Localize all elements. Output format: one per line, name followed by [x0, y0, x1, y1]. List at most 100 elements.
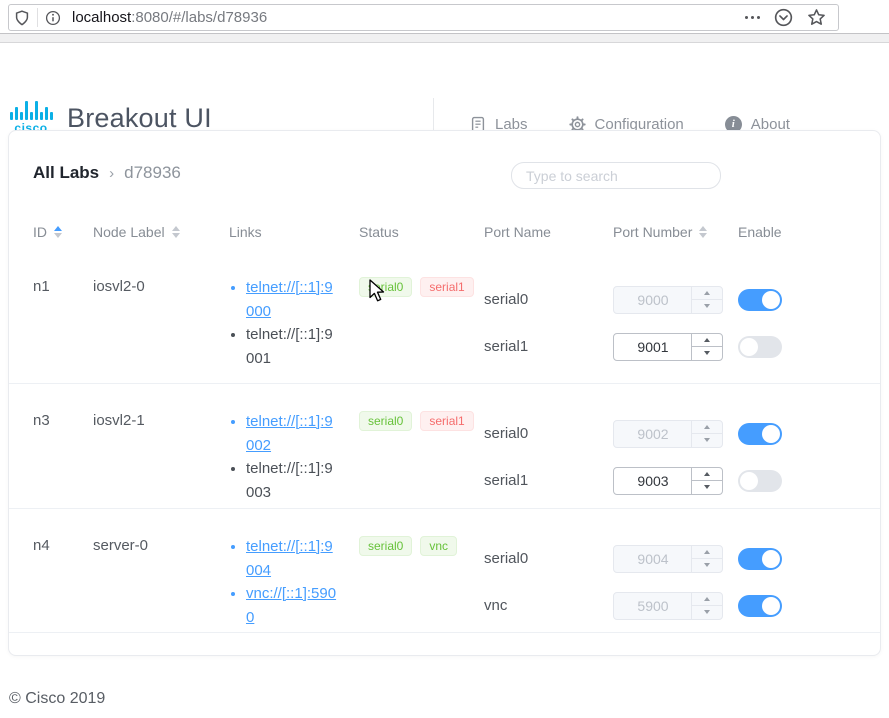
- url-path: :8080/#/labs/d78936: [131, 9, 267, 26]
- enable-toggle-serial0[interactable]: [738, 423, 782, 445]
- cell-node-label: iosvl2-1: [93, 410, 229, 508]
- info-icon[interactable]: [40, 5, 66, 30]
- cell-node-label: server-0: [93, 535, 229, 632]
- cell-links: telnet://[::1]:9004 vnc://[::1]:5900: [229, 535, 341, 632]
- cell-id: n4: [33, 535, 93, 632]
- column-header-node-label[interactable]: Node Label: [93, 224, 229, 240]
- stepper-up-icon: [692, 421, 722, 434]
- cell-enable: [738, 535, 860, 632]
- shield-icon[interactable]: [9, 5, 35, 30]
- urlbar-divider: [37, 8, 38, 27]
- stepper-controls: [691, 421, 722, 447]
- enable-toggle-serial1[interactable]: [738, 470, 782, 492]
- cell-port-name: serial0 serial1: [484, 276, 613, 383]
- cell-port-number: [613, 410, 738, 508]
- status-badge-serial0: serial0: [359, 277, 412, 297]
- cell-port-name: serial0 vnc: [484, 535, 613, 632]
- table-row-n3: n3 iosvl2-1 telnet://[::1]:9002 telnet:/…: [9, 383, 880, 508]
- cell-port-name: serial0 serial1: [484, 410, 613, 508]
- cell-enable: [738, 410, 860, 508]
- column-header-port-name: Port Name: [484, 224, 613, 240]
- stepper-down-icon[interactable]: [692, 480, 722, 494]
- stepper-down-icon: [692, 605, 722, 619]
- column-header-port-number[interactable]: Port Number: [613, 224, 738, 240]
- breadcrumb: All Labs › d78936: [33, 158, 880, 188]
- bookmark-star-icon[interactable]: [807, 8, 826, 27]
- browser-chrome: localhost:8080/#/labs/d78936: [0, 0, 889, 33]
- breadcrumb-current-lab: d78936: [124, 163, 181, 183]
- status-badge-vnc: vnc: [420, 536, 457, 556]
- enable-toggle-vnc[interactable]: [738, 595, 782, 617]
- port-name: serial0: [484, 291, 528, 308]
- telnet-link[interactable]: telnet://[::1]:9004: [246, 538, 333, 579]
- column-header-links: Links: [229, 224, 359, 240]
- pocket-icon[interactable]: [774, 8, 793, 27]
- stepper-controls: [691, 546, 722, 572]
- browser-chrome-edge: [0, 33, 889, 43]
- stepper-controls: [691, 593, 722, 619]
- stepper-down-icon: [692, 558, 722, 572]
- telnet-link[interactable]: telnet://[::1]:9002: [246, 413, 333, 454]
- cell-links: telnet://[::1]:9000 telnet://[::1]:9001: [229, 276, 341, 383]
- table-row-n4: n4 server-0 telnet://[::1]:9004 vnc://[:…: [9, 508, 880, 633]
- cell-links: telnet://[::1]:9002 telnet://[::1]:9003: [229, 410, 341, 508]
- status-badge-serial1: serial1: [420, 411, 473, 431]
- stepper-up-icon: [692, 546, 722, 559]
- sort-icon-id: [54, 226, 62, 238]
- telnet-link[interactable]: telnet://[::1]:9000: [246, 279, 333, 320]
- cell-id: n3: [33, 410, 93, 508]
- cell-status: serial0 vnc: [359, 535, 484, 632]
- stepper-controls: [691, 287, 722, 313]
- port-name: serial0: [484, 550, 528, 567]
- port-number-stepper: [613, 545, 723, 573]
- screen: localhost:8080/#/labs/d78936 c: [0, 0, 889, 718]
- vnc-link[interactable]: vnc://[::1]:5900: [246, 585, 336, 626]
- enable-toggle-serial0[interactable]: [738, 548, 782, 570]
- cell-enable: [738, 276, 860, 383]
- lab-card: All Labs › d78936 ID Node Label Links St…: [8, 130, 881, 656]
- telnet-address-text: telnet://[::1]:9001: [246, 326, 333, 367]
- url-text[interactable]: localhost:8080/#/labs/d78936: [72, 9, 745, 26]
- breadcrumb-all-labs[interactable]: All Labs: [33, 163, 99, 183]
- overflow-menu-icon[interactable]: [745, 16, 760, 19]
- telnet-address-text: telnet://[::1]:9003: [246, 460, 333, 501]
- port-number-stepper: [613, 592, 723, 620]
- breadcrumb-separator-icon: ›: [109, 165, 114, 182]
- table-row-n1: n1 iosvl2-0 telnet://[::1]:9000 telnet:/…: [9, 250, 880, 383]
- port-name: serial1: [484, 472, 528, 489]
- cell-status: serial0 serial1: [359, 276, 484, 383]
- url-bar[interactable]: localhost:8080/#/labs/d78936: [8, 4, 839, 31]
- enable-toggle-serial1[interactable]: [738, 336, 782, 358]
- url-host: localhost: [72, 9, 131, 26]
- app-header: cisco Breakout UI Labs: [0, 43, 889, 123]
- column-header-status: Status: [359, 224, 484, 240]
- column-header-id[interactable]: ID: [33, 224, 93, 240]
- table-body: n1 iosvl2-0 telnet://[::1]:9000 telnet:/…: [9, 250, 880, 633]
- status-badge-serial0: serial0: [359, 411, 412, 431]
- port-name: serial0: [484, 425, 528, 442]
- status-badge-serial1: serial1: [420, 277, 473, 297]
- cell-port-number: [613, 535, 738, 632]
- stepper-down-icon[interactable]: [692, 346, 722, 360]
- status-badge-serial0: serial0: [359, 536, 412, 556]
- column-header-enable: Enable: [738, 224, 860, 240]
- table-header: ID Node Label Links Status Port Name Por…: [9, 222, 880, 242]
- port-name: vnc: [484, 597, 507, 614]
- enable-toggle-serial0[interactable]: [738, 289, 782, 311]
- stepper-up-icon[interactable]: [692, 334, 722, 347]
- cell-id: n1: [33, 276, 93, 383]
- stepper-up-icon[interactable]: [692, 468, 722, 481]
- port-number-stepper[interactable]: [613, 333, 723, 361]
- app-title: Breakout UI: [67, 103, 212, 134]
- cell-port-number: [613, 276, 738, 383]
- stepper-controls: [691, 334, 722, 360]
- copyright-text: © Cisco 2019: [9, 690, 105, 708]
- port-number-stepper: [613, 286, 723, 314]
- port-number-stepper[interactable]: [613, 467, 723, 495]
- stepper-down-icon: [692, 433, 722, 447]
- port-name: serial1: [484, 338, 528, 355]
- stepper-up-icon: [692, 287, 722, 300]
- stepper-up-icon: [692, 593, 722, 606]
- sort-icon-node-label: [172, 226, 180, 238]
- search-input[interactable]: [511, 162, 721, 189]
